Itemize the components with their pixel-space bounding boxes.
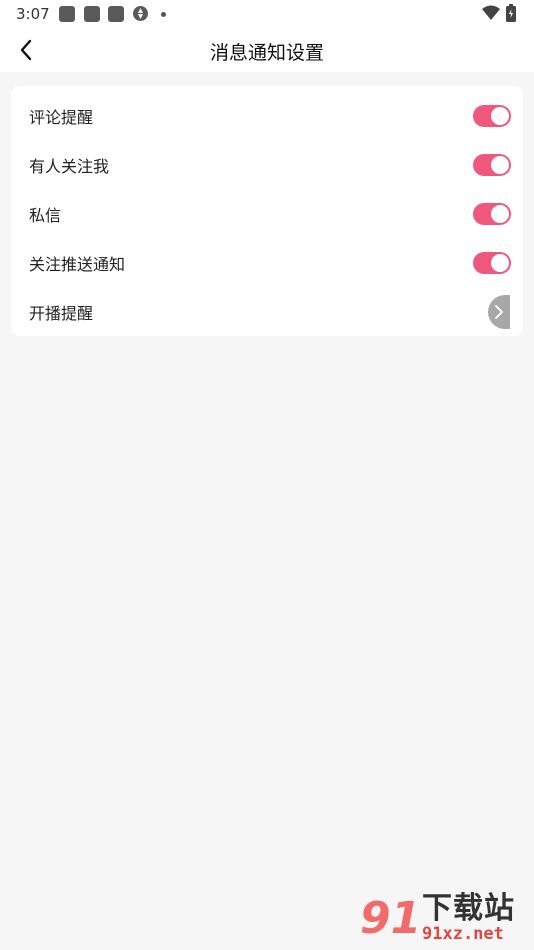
status-time: 3:07 [16,5,50,23]
app-icon [59,6,75,22]
header: 消息通知设置 [0,28,534,72]
more-notifications-dot [161,12,166,17]
watermark-logo-number: 91 [360,893,422,944]
status-right [482,4,522,24]
toggle-knob [491,253,509,272]
toggle-knob [491,106,509,125]
setting-label: 开播提醒 [29,303,94,323]
follow-push-toggle[interactable] [473,251,511,274]
setting-row-comment-reminder: 评论提醒 [11,91,523,140]
watermark-url: 91xz.net [422,924,504,944]
comment-reminder-toggle[interactable] [473,104,511,127]
status-bar: 3:07 [0,0,534,28]
watermark-logo: 91 下载站 91xz.net [360,892,530,948]
setting-row-follow-push: 关注推送通知 [11,238,523,287]
toggle-knob [491,204,509,223]
watermark-brand: 下载站 [422,891,515,926]
app-icon [84,6,100,22]
wifi-icon [482,5,500,20]
setting-label: 有人关注我 [29,156,110,176]
setting-label: 关注推送通知 [29,254,126,274]
setting-row-private-message: 私信 [11,189,523,238]
app-icon [108,6,124,22]
battery-icon [506,4,516,22]
setting-row-live-reminder[interactable]: 开播提醒 [11,287,523,336]
aperture-icon [133,6,148,21]
live-reminder-chevron[interactable] [488,294,510,329]
setting-label: 评论提醒 [29,107,94,127]
settings-card: 评论提醒 有人关注我 私信 关注推送通知 开播提醒 [11,86,523,336]
chevron-right-icon [495,304,503,319]
setting-row-new-follower: 有人关注我 [11,140,523,189]
setting-label: 私信 [29,205,62,225]
private-message-toggle[interactable] [473,202,511,225]
new-follower-toggle[interactable] [473,153,511,176]
toggle-knob [491,155,509,174]
page-title: 消息通知设置 [209,42,324,64]
